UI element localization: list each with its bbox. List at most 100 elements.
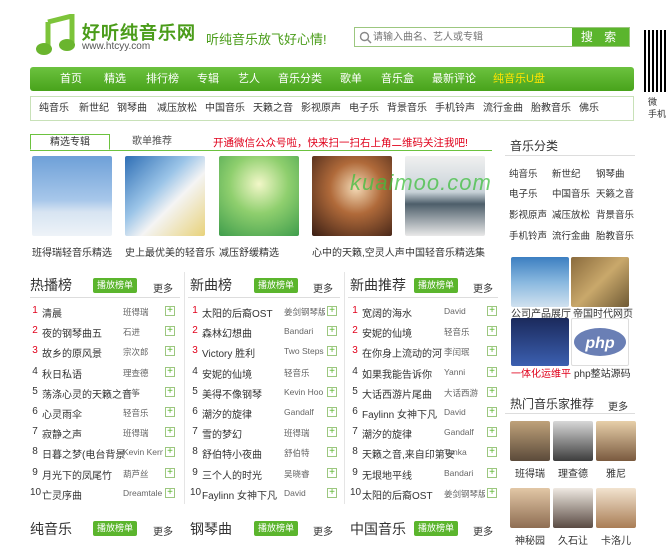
add-to-playlist-icon[interactable]: + xyxy=(327,487,337,498)
song-title[interactable]: 无垠地平线 xyxy=(362,467,454,482)
tab-playlist-recommend[interactable]: 歌单推荐 xyxy=(112,134,192,150)
song-row[interactable]: 6 潮汐的旋律 Gandalf + xyxy=(190,406,339,424)
add-to-playlist-icon[interactable]: + xyxy=(165,326,175,337)
song-artist[interactable]: 吴晓睿 xyxy=(284,468,325,480)
song-artist[interactable]: 轻音乐 xyxy=(284,367,325,379)
artist-card[interactable]: 神秘园 xyxy=(510,488,550,547)
add-to-playlist-icon[interactable]: + xyxy=(327,467,337,478)
artist-photo[interactable] xyxy=(510,488,550,528)
nav-categories[interactable]: 音乐分类 xyxy=(278,67,322,91)
song-row[interactable]: 6 Faylinn 女神下凡 David + xyxy=(350,406,499,424)
genre-link[interactable]: 减压放松 xyxy=(157,97,197,120)
add-to-playlist-icon[interactable]: + xyxy=(165,427,175,438)
artist-card[interactable]: 卡洛儿 xyxy=(596,488,636,547)
more-link[interactable]: 更多 xyxy=(313,280,333,295)
play-list-button[interactable]: 播放榜单 xyxy=(254,521,298,536)
genre-link[interactable]: 流行金曲 xyxy=(483,97,523,120)
artist-card[interactable]: 理查德 xyxy=(553,421,593,480)
song-title[interactable]: 三个人的时光 xyxy=(202,467,292,482)
album-title[interactable]: 中国轻音乐精选集 xyxy=(405,244,501,259)
song-title[interactable]: 在你身上流动的河 xyxy=(362,345,454,360)
nav-musicbox[interactable]: 音乐盒 xyxy=(381,67,414,91)
song-artist[interactable]: Yanni xyxy=(444,367,485,377)
artist-photo[interactable] xyxy=(596,421,636,461)
add-to-playlist-icon[interactable]: + xyxy=(327,346,337,357)
play-list-button[interactable]: 播放榜单 xyxy=(93,521,137,536)
add-to-playlist-icon[interactable]: + xyxy=(487,487,497,498)
artist-name[interactable]: 久石让 xyxy=(553,532,593,547)
ad-caption[interactable]: php整站源码 xyxy=(574,365,631,380)
song-artist[interactable]: 李闰珉 xyxy=(444,346,485,358)
song-artist[interactable]: 班得瑞 xyxy=(123,427,163,439)
add-to-playlist-icon[interactable]: + xyxy=(487,467,497,478)
nav-albums[interactable]: 专辑 xyxy=(197,67,219,91)
category-link[interactable]: 天籁之音 xyxy=(596,186,634,200)
song-artist[interactable]: 班得瑞 xyxy=(123,306,163,318)
album-title[interactable]: 心中的天籁,空灵人声 xyxy=(312,244,408,259)
song-title[interactable]: Victory 胜利 xyxy=(202,345,292,360)
artist-name[interactable]: 卡洛儿 xyxy=(596,532,636,547)
song-row[interactable]: 2 森林幻想曲 Bandari + xyxy=(190,325,339,343)
song-title[interactable]: 潮汐的旋律 xyxy=(362,426,454,441)
song-artist[interactable]: 姜剑钢琴版 xyxy=(284,306,325,318)
song-artist[interactable]: Bandari xyxy=(284,326,325,336)
song-title[interactable]: 天籁之音,来自印第安 xyxy=(362,446,454,461)
add-to-playlist-icon[interactable]: + xyxy=(487,447,497,458)
song-artist[interactable]: Kevin Hoo xyxy=(284,387,325,397)
add-to-playlist-icon[interactable]: + xyxy=(165,386,175,397)
song-row[interactable]: 2 安妮的仙境 轻音乐 + xyxy=(350,325,499,343)
add-to-playlist-icon[interactable]: + xyxy=(165,447,175,458)
song-artist[interactable]: Gandalf xyxy=(444,427,485,437)
search-button[interactable]: 搜 索 xyxy=(572,28,629,46)
album-card[interactable]: 中国轻音乐精选集 xyxy=(405,156,485,259)
category-link[interactable]: 减压放松 xyxy=(552,207,590,221)
artist-card[interactable]: 雅尼 xyxy=(596,421,636,480)
song-title[interactable]: 雪的梦幻 xyxy=(202,426,292,441)
ad-banner-showroom[interactable] xyxy=(511,257,569,307)
play-list-button[interactable]: 播放榜单 xyxy=(414,278,458,293)
add-to-playlist-icon[interactable]: + xyxy=(327,366,337,377)
artist-name[interactable]: 神秘园 xyxy=(510,532,550,547)
song-row[interactable]: 4 如果我能告诉你 Yanni + xyxy=(350,366,499,384)
add-to-playlist-icon[interactable]: + xyxy=(165,306,175,316)
category-link[interactable]: 纯音乐 xyxy=(509,166,538,180)
more-link[interactable]: 更多 xyxy=(473,523,493,538)
song-title[interactable]: 宽阔的海水 xyxy=(362,305,454,320)
song-title[interactable]: 安妮的仙境 xyxy=(202,366,292,381)
artist-name[interactable]: 班得瑞 xyxy=(510,465,550,480)
album-card[interactable]: 减压舒缓精选 xyxy=(219,156,299,259)
song-artist[interactable]: 姜剑钢琴版 xyxy=(444,488,485,500)
category-link[interactable]: 钢琴曲 xyxy=(596,166,625,180)
category-link[interactable]: 中国音乐 xyxy=(552,186,590,200)
album-title[interactable]: 班得瑞轻音乐精选 xyxy=(32,244,128,259)
song-artist[interactable]: 班得瑞 xyxy=(284,427,325,439)
album-cover[interactable] xyxy=(32,156,112,236)
add-to-playlist-icon[interactable]: + xyxy=(165,366,175,377)
song-artist[interactable]: 大话西游 xyxy=(444,387,485,399)
add-to-playlist-icon[interactable]: + xyxy=(487,386,497,397)
category-link[interactable]: 背景音乐 xyxy=(596,207,634,221)
artist-photo[interactable] xyxy=(553,488,593,528)
add-to-playlist-icon[interactable]: + xyxy=(327,306,337,316)
song-row[interactable]: 5 美得不像钢琴 Kevin Hoo + xyxy=(190,386,339,404)
add-to-playlist-icon[interactable]: + xyxy=(487,306,497,316)
song-row[interactable]: 9 月光下的凤尾竹 葫芦丝 + xyxy=(30,467,177,485)
song-artist[interactable]: 古筝 xyxy=(123,387,163,399)
song-row[interactable]: 9 三个人的时光 吴晓睿 + xyxy=(190,467,339,485)
genre-link[interactable]: 天籁之音 xyxy=(253,97,293,120)
add-to-playlist-icon[interactable]: + xyxy=(487,346,497,357)
nav-home[interactable]: 首页 xyxy=(60,67,82,91)
add-to-playlist-icon[interactable]: + xyxy=(327,447,337,458)
add-to-playlist-icon[interactable]: + xyxy=(487,407,497,417)
song-artist[interactable]: 石进 xyxy=(123,326,163,338)
genre-link[interactable]: 纯音乐 xyxy=(39,97,69,120)
category-link[interactable]: 新世纪 xyxy=(552,166,581,180)
album-cover[interactable] xyxy=(405,156,485,236)
nav-artists[interactable]: 艺人 xyxy=(238,67,260,91)
song-row[interactable]: 7 寂静之声 班得瑞 + xyxy=(30,426,177,444)
add-to-playlist-icon[interactable]: + xyxy=(165,467,175,478)
song-artist[interactable]: 宗次郎 xyxy=(123,346,163,358)
song-artist[interactable]: David xyxy=(444,407,485,417)
add-to-playlist-icon[interactable]: + xyxy=(165,346,175,357)
song-title[interactable]: 大话西游片尾曲 xyxy=(362,386,454,401)
